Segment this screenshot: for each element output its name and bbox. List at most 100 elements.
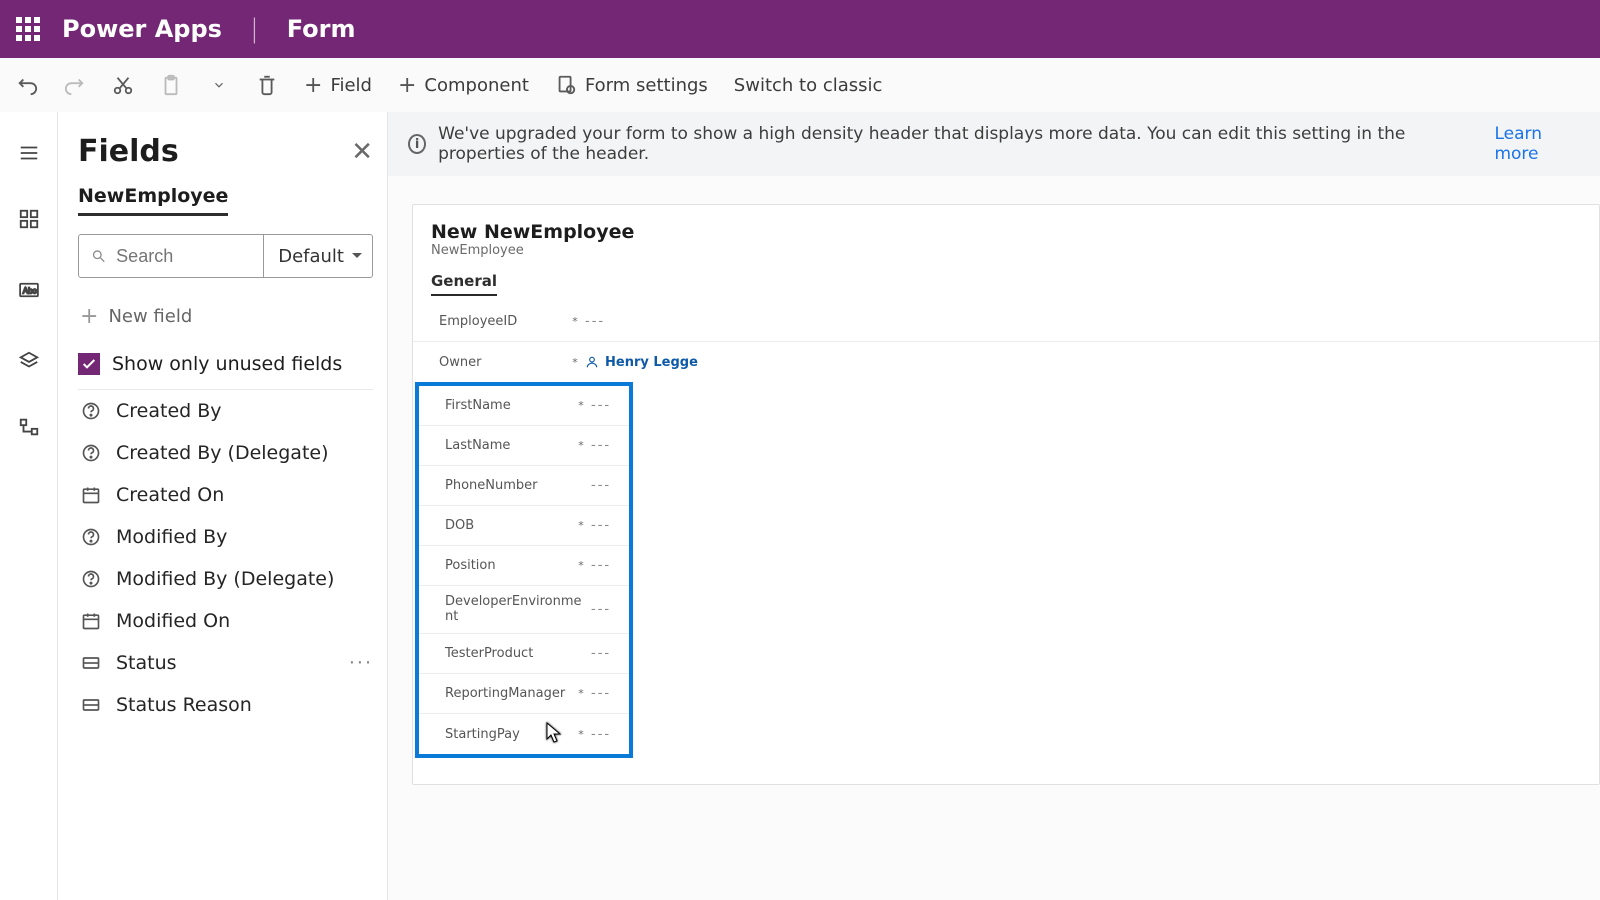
required-mark: * bbox=[569, 356, 581, 369]
layers-icon[interactable] bbox=[16, 348, 42, 374]
main-area: Abc Fields ✕ NewEmployee Default + bbox=[0, 112, 1600, 900]
form-settings-label: Form settings bbox=[585, 75, 708, 96]
owner-value[interactable]: Henry Legge bbox=[581, 355, 698, 370]
hamburger-icon[interactable] bbox=[16, 140, 42, 166]
paste-chevron-icon[interactable] bbox=[208, 74, 230, 96]
form-row[interactable]: ReportingManager * --- bbox=[419, 674, 629, 714]
add-field-label: Field bbox=[330, 75, 372, 96]
form-row[interactable]: FirstName * --- bbox=[419, 386, 629, 426]
close-icon[interactable]: ✕ bbox=[351, 137, 373, 167]
row-value: --- bbox=[587, 478, 611, 493]
add-field-button[interactable]: + Field bbox=[304, 73, 372, 98]
cut-icon[interactable] bbox=[112, 74, 134, 96]
search-row: Default bbox=[78, 234, 373, 278]
filter-label: Default bbox=[278, 246, 344, 267]
field-item-label: Created On bbox=[116, 484, 224, 506]
field-item-label: Modified By (Delegate) bbox=[116, 568, 334, 590]
form-card[interactable]: New NewEmployee NewEmployee General Empl… bbox=[412, 204, 1600, 785]
row-value: --- bbox=[587, 438, 611, 453]
switch-classic-button[interactable]: Switch to classic bbox=[734, 75, 883, 96]
field-item[interactable]: Status ··· bbox=[78, 642, 373, 684]
row-label: FirstName bbox=[445, 398, 575, 413]
app-header-bar: Power Apps | Form bbox=[0, 0, 1600, 58]
question-icon bbox=[80, 442, 102, 464]
required-mark: * bbox=[575, 399, 587, 412]
new-field-button[interactable]: + New field bbox=[78, 294, 373, 347]
toolbar: + Field + Component Form settings Switch… bbox=[0, 58, 1600, 112]
form-row[interactable]: TesterProduct --- bbox=[419, 634, 629, 674]
field-item-label: Created By bbox=[116, 400, 222, 422]
row-label: TesterProduct bbox=[445, 646, 575, 661]
add-component-button[interactable]: + Component bbox=[398, 73, 529, 98]
search-icon bbox=[91, 247, 106, 265]
required-mark: * bbox=[569, 315, 581, 328]
field-item[interactable]: Created By (Delegate) bbox=[78, 432, 373, 474]
question-icon bbox=[80, 526, 102, 548]
choice-icon bbox=[80, 694, 102, 716]
form-tab-general[interactable]: General bbox=[431, 272, 497, 296]
panel-header: Fields ✕ bbox=[78, 134, 373, 169]
form-row[interactable]: EmployeeID * --- bbox=[413, 302, 1599, 342]
form-row[interactable]: LastName * --- bbox=[419, 426, 629, 466]
form-row[interactable]: PhoneNumber --- bbox=[419, 466, 629, 506]
row-value: --- bbox=[587, 518, 611, 533]
question-icon bbox=[80, 400, 102, 422]
info-icon: i bbox=[408, 134, 426, 154]
form-row[interactable]: Owner * Henry Legge bbox=[413, 342, 1599, 382]
plus-icon: + bbox=[304, 73, 322, 98]
field-item[interactable]: Modified On bbox=[78, 600, 373, 642]
required-mark: * bbox=[575, 519, 587, 532]
brand-name: Power Apps bbox=[62, 15, 222, 43]
paste-icon bbox=[160, 74, 182, 96]
field-item[interactable]: Modified By bbox=[78, 516, 373, 558]
brand-divider: | bbox=[250, 14, 259, 44]
choice-icon bbox=[80, 652, 102, 674]
field-item[interactable]: Modified By (Delegate) bbox=[78, 558, 373, 600]
undo-icon[interactable] bbox=[16, 74, 38, 96]
row-label: Owner bbox=[439, 355, 569, 370]
form-row[interactable]: Position * --- bbox=[419, 546, 629, 586]
form-wrap: New NewEmployee NewEmployee General Empl… bbox=[388, 176, 1600, 817]
learn-more-link[interactable]: Learn more bbox=[1494, 124, 1580, 164]
form-settings-icon bbox=[555, 74, 577, 96]
row-value: --- bbox=[587, 686, 611, 701]
field-item[interactable]: Status Reason bbox=[78, 684, 373, 726]
form-row[interactable]: DeveloperEnvironment --- bbox=[419, 586, 629, 634]
selected-fields-block[interactable]: FirstName * --- LastName * --- PhoneNumb… bbox=[415, 382, 633, 758]
field-item[interactable]: Created On bbox=[78, 474, 373, 516]
components-icon[interactable] bbox=[16, 206, 42, 232]
required-mark: * bbox=[575, 439, 587, 452]
left-rail: Abc bbox=[0, 112, 58, 900]
filter-dropdown[interactable]: Default bbox=[263, 235, 372, 277]
info-bar: i We've upgraded your form to show a hig… bbox=[388, 112, 1600, 176]
field-item-label: Modified By bbox=[116, 526, 227, 548]
search-input[interactable] bbox=[116, 246, 251, 267]
question-icon bbox=[80, 568, 102, 590]
tree-icon[interactable] bbox=[16, 414, 42, 440]
field-item[interactable]: Created By bbox=[78, 390, 373, 432]
date-icon bbox=[80, 484, 102, 506]
show-unused-row[interactable]: Show only unused fields bbox=[78, 347, 373, 390]
form-row[interactable]: StartingPay * --- bbox=[419, 714, 629, 754]
delete-icon[interactable] bbox=[256, 74, 278, 96]
new-field-label: New field bbox=[108, 306, 192, 327]
fields-rail-item[interactable]: Abc bbox=[0, 272, 42, 308]
redo-icon bbox=[64, 74, 86, 96]
more-icon[interactable]: ··· bbox=[349, 652, 373, 674]
field-item-label: Status bbox=[116, 652, 177, 674]
form-title: New NewEmployee bbox=[413, 221, 1599, 243]
row-value: --- bbox=[581, 314, 605, 329]
svg-text:Abc: Abc bbox=[22, 287, 36, 296]
row-value: --- bbox=[587, 646, 611, 661]
entity-tab[interactable]: NewEmployee bbox=[78, 185, 228, 216]
required-mark: * bbox=[575, 687, 587, 700]
plus-icon: + bbox=[398, 73, 416, 98]
row-value: --- bbox=[587, 398, 611, 413]
form-settings-button[interactable]: Form settings bbox=[555, 74, 708, 96]
form-row[interactable]: DOB * --- bbox=[419, 506, 629, 546]
required-mark: * bbox=[575, 559, 587, 572]
row-label: DeveloperEnvironment bbox=[445, 591, 575, 629]
search-box[interactable] bbox=[79, 235, 263, 277]
waffle-icon[interactable] bbox=[16, 17, 40, 41]
panel-title: Fields bbox=[78, 134, 179, 169]
